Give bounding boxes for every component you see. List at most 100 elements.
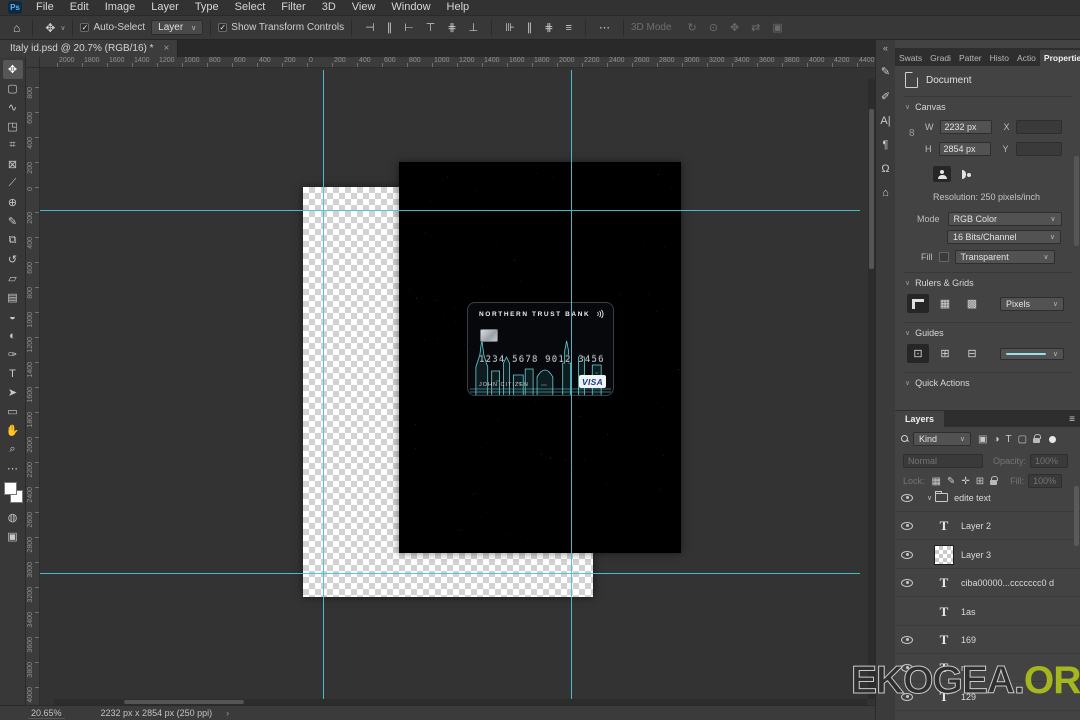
- distribute-center-icon[interactable]: ∥: [521, 22, 539, 34]
- layer-row-text[interactable]: T 1as: [895, 598, 1080, 626]
- fill-dropdown[interactable]: Transparent ∨: [954, 250, 1055, 264]
- eyedropper-tool-icon[interactable]: ⟋: [3, 174, 23, 193]
- layer-visibility-eye-icon[interactable]: [895, 493, 919, 502]
- fill-color-swatch[interactable]: [938, 252, 949, 262]
- dodge-tool-icon[interactable]: ◐: [3, 326, 23, 345]
- crop-tool-icon[interactable]: ⌗: [3, 136, 23, 155]
- guide-vertical[interactable]: [571, 70, 572, 705]
- panel-tab-actio[interactable]: Actio: [1013, 50, 1040, 66]
- guide-horizontal[interactable]: [40, 573, 860, 574]
- color-mode-dropdown[interactable]: RGB Color ∨: [947, 212, 1062, 226]
- link-dimensions-icon[interactable]: 8: [909, 128, 915, 139]
- layer-row-text[interactable]: T 169: [895, 626, 1080, 654]
- auto-select-checkbox[interactable]: ✓: [80, 23, 90, 32]
- align-top-icon[interactable]: ⊤: [420, 22, 442, 34]
- layer-row-pixel[interactable]: Layer 3: [895, 541, 1080, 569]
- eraser-tool-icon[interactable]: ▱: [3, 269, 23, 288]
- layer-name[interactable]: Layer 2: [961, 521, 991, 531]
- object-selection-tool-icon[interactable]: ◳: [3, 117, 23, 136]
- guide-style-dropdown[interactable]: ∨: [1000, 347, 1064, 360]
- filter-lock-icon[interactable]: [1033, 434, 1042, 443]
- screen-mode-button[interactable]: ▣: [3, 527, 23, 546]
- lasso-tool-icon[interactable]: ∿: [3, 98, 23, 117]
- align-left-icon[interactable]: ⊣: [359, 22, 381, 34]
- toggle-pixel-grid-button[interactable]: ▩: [961, 294, 983, 313]
- menu-select[interactable]: Select: [227, 0, 274, 15]
- height-field[interactable]: 2854 px: [938, 142, 991, 156]
- expand-panels-icon[interactable]: «: [883, 43, 888, 53]
- type-tool-icon[interactable]: T: [3, 364, 23, 383]
- filter-pixel-layers-icon[interactable]: ▣: [978, 434, 987, 445]
- filter-type-layers-icon[interactable]: T: [1006, 434, 1012, 445]
- layer-visibility-eye-icon[interactable]: [895, 635, 919, 644]
- brushes-icon[interactable]: ✐: [881, 90, 890, 103]
- text-layer-icon[interactable]: T: [933, 632, 955, 648]
- layer-filter-toggle[interactable]: [1049, 435, 1057, 443]
- frame-tool-icon[interactable]: ⊠: [3, 155, 23, 174]
- credit-card-layer-image[interactable]: NORTHERN TRUST BANK 1234 5678 9012 3456 …: [467, 302, 614, 396]
- panel-tab-swats[interactable]: Swats: [895, 50, 926, 66]
- vertical-ruler[interactable]: 800 600 400 200 0 200 400 600 800 1000 1200 1400 160…: [26, 68, 40, 705]
- ruler-units-dropdown[interactable]: Pixels ∨: [1000, 296, 1064, 311]
- text-layer-icon[interactable]: T: [933, 604, 955, 620]
- status-options-arrow-icon[interactable]: ›: [226, 708, 229, 718]
- layers-scrollbar-thumb[interactable]: [1074, 486, 1079, 546]
- healing-brush-tool-icon[interactable]: ⊕: [3, 193, 23, 212]
- horizontal-scrollbar-thumb[interactable]: [124, 700, 244, 704]
- panel-tab-histo[interactable]: Histo: [986, 50, 1013, 66]
- panel-tab-gradi[interactable]: Gradi: [926, 50, 955, 66]
- pen-tool-icon[interactable]: ✑: [3, 345, 23, 364]
- tool-preset-caret-icon[interactable]: ∨: [60, 24, 65, 32]
- filter-shape-layers-icon[interactable]: ▢: [1018, 434, 1027, 445]
- guide-lock-button[interactable]: ⊡: [907, 344, 929, 363]
- edit-toolbar-icon[interactable]: ⋯: [3, 459, 23, 478]
- history-brush-tool-icon[interactable]: ↺: [3, 250, 23, 269]
- panel-tab-properties[interactable]: Properties: [1039, 50, 1080, 66]
- align-horizontal-center-icon[interactable]: ∥: [381, 22, 399, 34]
- gradient-tool-icon[interactable]: ▤: [3, 288, 23, 307]
- properties-scrollbar-thumb[interactable]: [1074, 156, 1079, 246]
- layer-visibility-eye-icon[interactable]: [895, 578, 919, 587]
- path-selection-tool-icon[interactable]: ➤: [3, 383, 23, 402]
- layer-name[interactable]: Layer 3: [961, 550, 991, 560]
- canvas-section-caret-icon[interactable]: ∨: [905, 103, 910, 111]
- color-swatches[interactable]: [3, 482, 23, 508]
- ruler-corner[interactable]: [26, 57, 40, 68]
- guides-caret-icon[interactable]: ∨: [905, 329, 910, 337]
- align-right-icon[interactable]: ⊢: [398, 22, 420, 34]
- distribute-left-icon[interactable]: ⊪: [499, 22, 521, 34]
- layer-visibility-eye-icon[interactable]: [895, 521, 919, 530]
- text-layer-icon[interactable]: T: [933, 518, 955, 534]
- toggle-rulers-button[interactable]: [907, 294, 929, 313]
- zoom-level-field[interactable]: 20.65%: [28, 708, 65, 719]
- menu-layer[interactable]: Layer: [143, 0, 187, 15]
- layer-row-text[interactable]: Tciba00000...ccccccc0 d: [895, 569, 1080, 597]
- brush-tool-icon[interactable]: ✎: [3, 212, 23, 231]
- rulers-grids-caret-icon[interactable]: ∨: [905, 279, 910, 287]
- guide-vertical[interactable]: [323, 70, 324, 705]
- guide-layout-button[interactable]: ⊟: [961, 344, 983, 363]
- marquee-tool-icon[interactable]: ▢: [3, 79, 23, 98]
- more-options-icon[interactable]: ⋯: [593, 21, 616, 34]
- group-expand-caret-icon[interactable]: ∨: [927, 494, 932, 502]
- layer-row-text[interactable]: T01.01.1990: [895, 711, 1080, 720]
- menu-filter[interactable]: Filter: [273, 0, 313, 15]
- paragraph-panel-icon[interactable]: ¶: [883, 139, 889, 151]
- guide-new-button[interactable]: ⊞: [934, 344, 956, 363]
- text-layer-icon[interactable]: T: [933, 575, 955, 591]
- show-transform-controls-checkbox[interactable]: ✓: [218, 23, 228, 32]
- quick-mask-mode-button[interactable]: ◍: [3, 508, 23, 527]
- filter-adjustment-layers-icon[interactable]: ◑: [993, 434, 999, 445]
- landscape-orientation-button[interactable]: [957, 166, 975, 182]
- panel-tab-patter[interactable]: Patter: [955, 50, 986, 66]
- menu-window[interactable]: Window: [383, 0, 438, 15]
- close-tab-icon[interactable]: ×: [164, 43, 170, 54]
- menu-view[interactable]: View: [344, 0, 384, 15]
- quick-actions-caret-icon[interactable]: ∨: [905, 379, 910, 387]
- menu-3d[interactable]: 3D: [314, 0, 344, 15]
- move-tool-preset-icon[interactable]: ✥: [40, 21, 60, 35]
- auto-select-target-dropdown[interactable]: Layer ∨: [151, 20, 204, 35]
- document-tab[interactable]: Italy id.psd @ 20.7% (RGB/16) * ×: [0, 40, 179, 57]
- layer-name[interactable]: edite text: [954, 493, 991, 503]
- bit-depth-dropdown[interactable]: 16 Bits/Channel ∨: [947, 230, 1061, 244]
